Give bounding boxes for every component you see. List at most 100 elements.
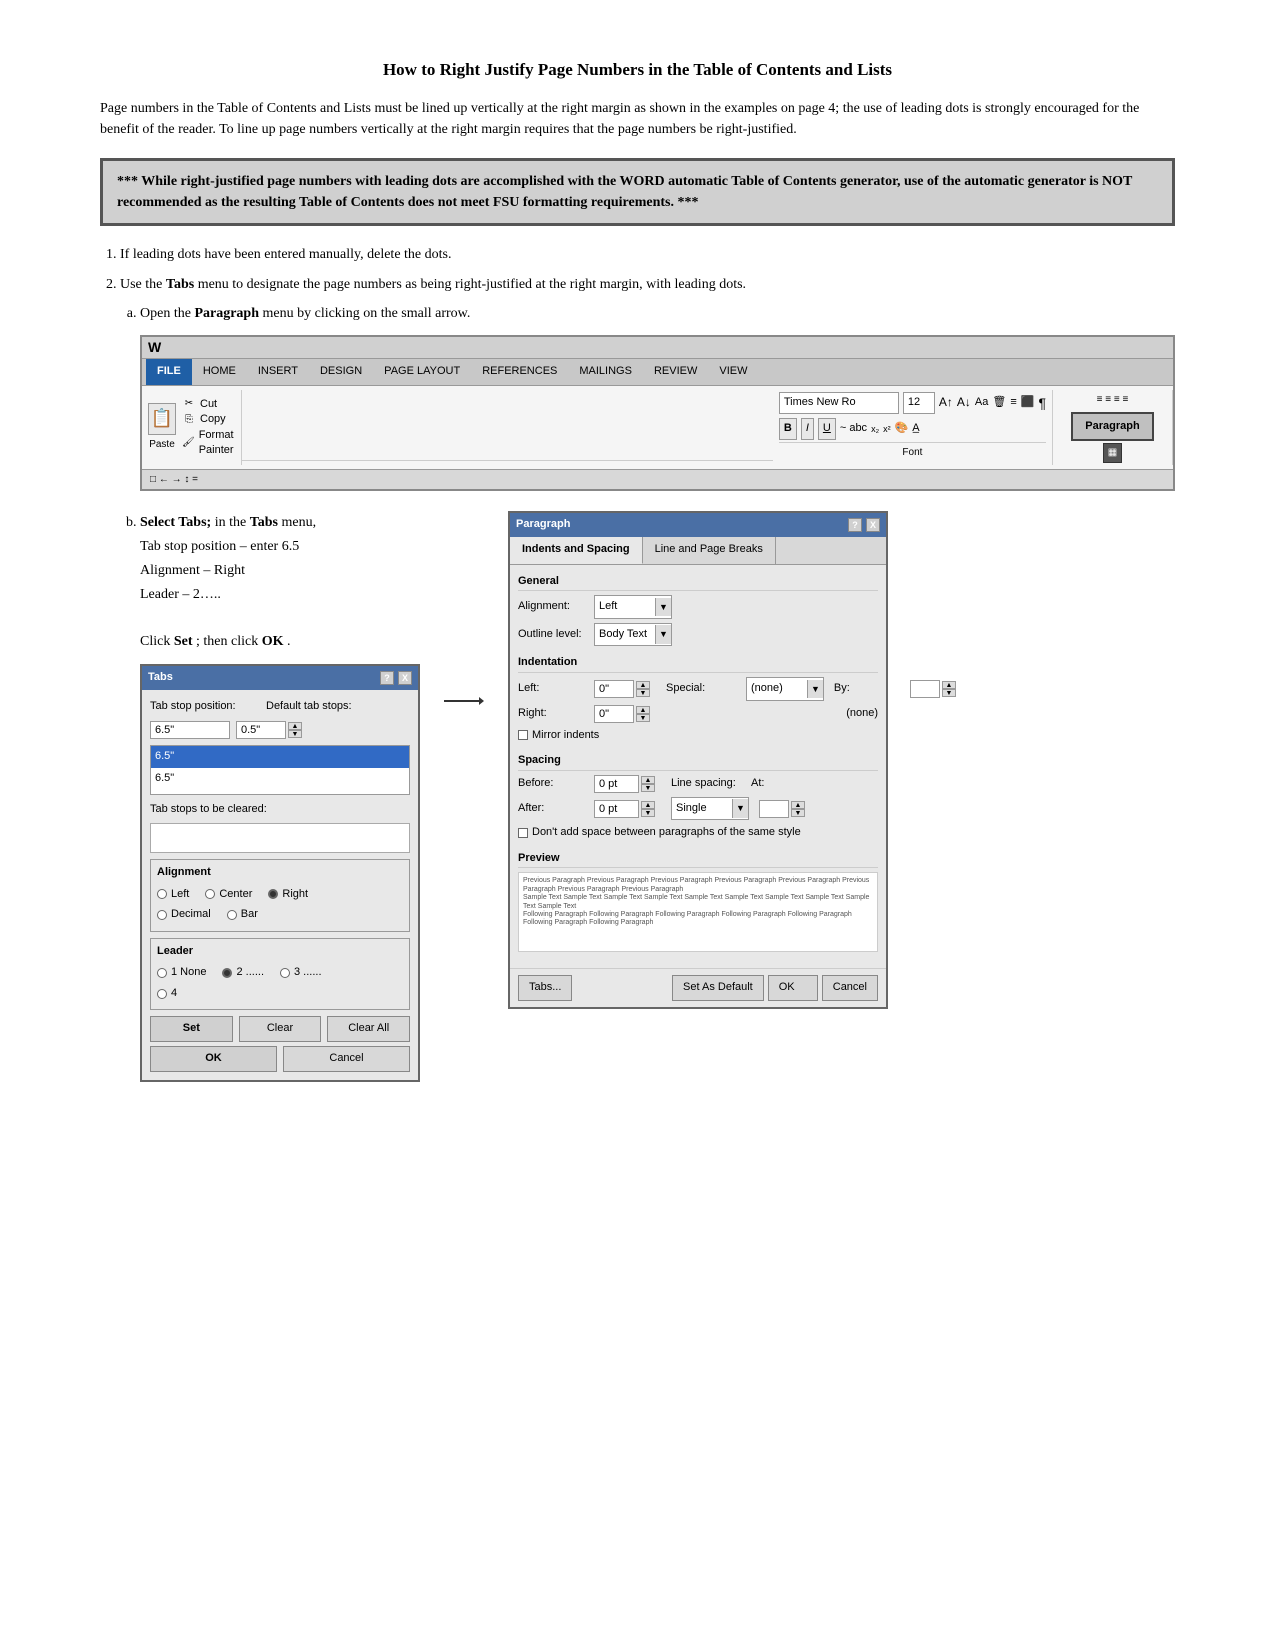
- para-tabs-button[interactable]: Tabs...: [518, 975, 572, 1001]
- ok-button[interactable]: OK: [150, 1046, 277, 1072]
- para-cancel-button[interactable]: Cancel: [822, 975, 878, 1001]
- paragraph-group-highlighted[interactable]: Paragraph: [1071, 412, 1153, 442]
- leader-3-radio[interactable]: 3 ......: [280, 964, 322, 982]
- left-label: Left:: [518, 680, 588, 698]
- view-tab[interactable]: VIEW: [708, 359, 758, 385]
- file-tab[interactable]: FILE: [146, 359, 192, 385]
- clear-button[interactable]: Clear: [239, 1016, 322, 1042]
- tab-stop-input[interactable]: [150, 721, 230, 739]
- insert-tab[interactable]: INSERT: [247, 359, 309, 385]
- paragraph-ribbon-group: ≡ ≡ ≡ ≡ Paragraph ▦: [1053, 390, 1173, 466]
- set-button[interactable]: Set: [150, 1016, 233, 1042]
- paragraph-dialog: Paragraph ? X Indents and Spacing Line a…: [508, 511, 888, 1009]
- step-2: Use the Tabs menu to designate the page …: [120, 274, 1175, 1081]
- paste-button[interactable]: 📋 Paste: [148, 403, 176, 453]
- alignment-row-2: Decimal Bar: [157, 906, 403, 924]
- special-select[interactable]: (none) ▼: [746, 677, 824, 701]
- copy-item[interactable]: ⎘ Copy: [182, 412, 235, 427]
- format-painter-item[interactable]: 🖌 Format Painter: [182, 428, 235, 459]
- none-label: (none): [846, 705, 878, 723]
- para-set-default-button[interactable]: Set As Default: [672, 975, 764, 1001]
- line-spacing-select[interactable]: Single ▼: [671, 797, 749, 821]
- outline-select[interactable]: Body Text ▼: [594, 623, 672, 647]
- font-row-2: B I U ~ abc x₂ x² 🎨 A̲: [779, 418, 1046, 440]
- cancel-button[interactable]: Cancel: [283, 1046, 410, 1072]
- para-tab-1[interactable]: Indents and Spacing: [510, 537, 643, 564]
- align-right-radio[interactable]: Right: [268, 886, 308, 904]
- right-input[interactable]: [594, 705, 634, 723]
- copy-label: Copy: [200, 412, 226, 427]
- leader-4-radio[interactable]: 4: [157, 985, 177, 1003]
- paragraph-expand-icon[interactable]: ▦: [1103, 443, 1122, 463]
- at-input[interactable]: [759, 800, 789, 818]
- before-label: Before:: [518, 775, 588, 793]
- tabs-bold-2: Tabs: [250, 515, 278, 530]
- para-ok-button[interactable]: OK: [768, 975, 818, 1001]
- para-help-btn[interactable]: ?: [848, 518, 862, 532]
- after-label: After:: [518, 800, 588, 818]
- tabs-dialog-title-text: Tabs: [148, 669, 173, 687]
- para-tab-2[interactable]: Line and Page Breaks: [643, 537, 776, 564]
- select-bold: Select Tabs;: [140, 515, 211, 530]
- left-spin: ▲ ▼: [636, 681, 650, 697]
- alignment-radio-group: Alignment Left Center: [150, 859, 410, 932]
- italic-button[interactable]: I: [801, 418, 814, 440]
- leader-2-radio[interactable]: 2 ......: [222, 964, 264, 982]
- leader-1-radio[interactable]: 1 None: [157, 964, 206, 982]
- bold-button[interactable]: B: [779, 418, 797, 440]
- before-input[interactable]: [594, 775, 639, 793]
- spin-up[interactable]: ▲: [288, 722, 302, 730]
- font-grow-icon[interactable]: A↑: [939, 393, 953, 412]
- highlight-icon: 🎨: [895, 420, 909, 438]
- design-tab[interactable]: DESIGN: [309, 359, 373, 385]
- dialog-close-btn[interactable]: X: [398, 671, 412, 685]
- align-left-label: Left: [171, 886, 189, 904]
- mailings-tab[interactable]: MAILINGS: [568, 359, 643, 385]
- align-center-circle: [205, 889, 215, 899]
- references-tab[interactable]: REFERENCES: [471, 359, 568, 385]
- font-name-box[interactable]: Times New Ro: [779, 392, 899, 414]
- after-input[interactable]: [594, 800, 639, 818]
- review-tab[interactable]: REVIEW: [643, 359, 708, 385]
- alignment-select[interactable]: Left ▼: [594, 595, 672, 619]
- home-tab[interactable]: HOME: [192, 359, 247, 385]
- dont-add-checkbox[interactable]: [518, 828, 528, 838]
- listbox-item-2[interactable]: 6.5": [151, 768, 409, 790]
- intro-paragraph: Page numbers in the Table of Contents an…: [100, 98, 1175, 140]
- align-left-radio[interactable]: Left: [157, 886, 189, 904]
- align-decimal-radio[interactable]: Decimal: [157, 906, 211, 924]
- alignment-select-arrow: ▼: [655, 598, 671, 616]
- left-input[interactable]: [594, 680, 634, 698]
- alignment-title: Alignment: [157, 864, 403, 882]
- superscript-label: x²: [883, 422, 891, 436]
- tab-stop-listbox[interactable]: 6.5" 6.5": [150, 745, 410, 795]
- connector-arrow: [444, 691, 484, 711]
- by-input[interactable]: [910, 680, 940, 698]
- outline-label: Outline level:: [518, 626, 588, 644]
- font-shrink-icon[interactable]: A↓: [957, 393, 971, 412]
- align-bar-radio[interactable]: Bar: [227, 906, 258, 924]
- underline-button[interactable]: U: [818, 418, 836, 440]
- mirror-checkbox[interactable]: [518, 730, 528, 740]
- para-close-btn[interactable]: X: [866, 518, 880, 532]
- clear-all-button[interactable]: Clear All: [327, 1016, 410, 1042]
- cut-item[interactable]: ✂ Cut: [182, 397, 235, 412]
- alignment-select-text: Left: [595, 596, 655, 618]
- dialog-help-btn[interactable]: ?: [380, 671, 394, 685]
- font-clear-icon[interactable]: 🗑: [992, 394, 1006, 412]
- paragraph-tabs-bar: Indents and Spacing Line and Page Breaks: [510, 537, 886, 565]
- paste-label: Paste: [149, 437, 175, 453]
- step-b-text: Select Tabs; in the Tabs menu, Tab stop …: [140, 511, 420, 654]
- alignment-label: Alignment:: [518, 598, 588, 616]
- font-case-icon[interactable]: Aa: [975, 394, 988, 412]
- format-painter-label: Format Painter: [199, 428, 235, 459]
- font-size-box[interactable]: 12: [903, 392, 935, 414]
- page-layout-tab[interactable]: PAGE LAYOUT: [373, 359, 471, 385]
- paragraph-dialog-title: Paragraph ? X: [510, 513, 886, 537]
- align-decimal-label: Decimal: [171, 906, 211, 924]
- align-center-radio[interactable]: Center: [205, 886, 252, 904]
- spin-down[interactable]: ▼: [288, 730, 302, 738]
- align-left-circle: [157, 889, 167, 899]
- default-input[interactable]: [236, 721, 286, 739]
- listbox-item-1[interactable]: 6.5": [151, 746, 409, 768]
